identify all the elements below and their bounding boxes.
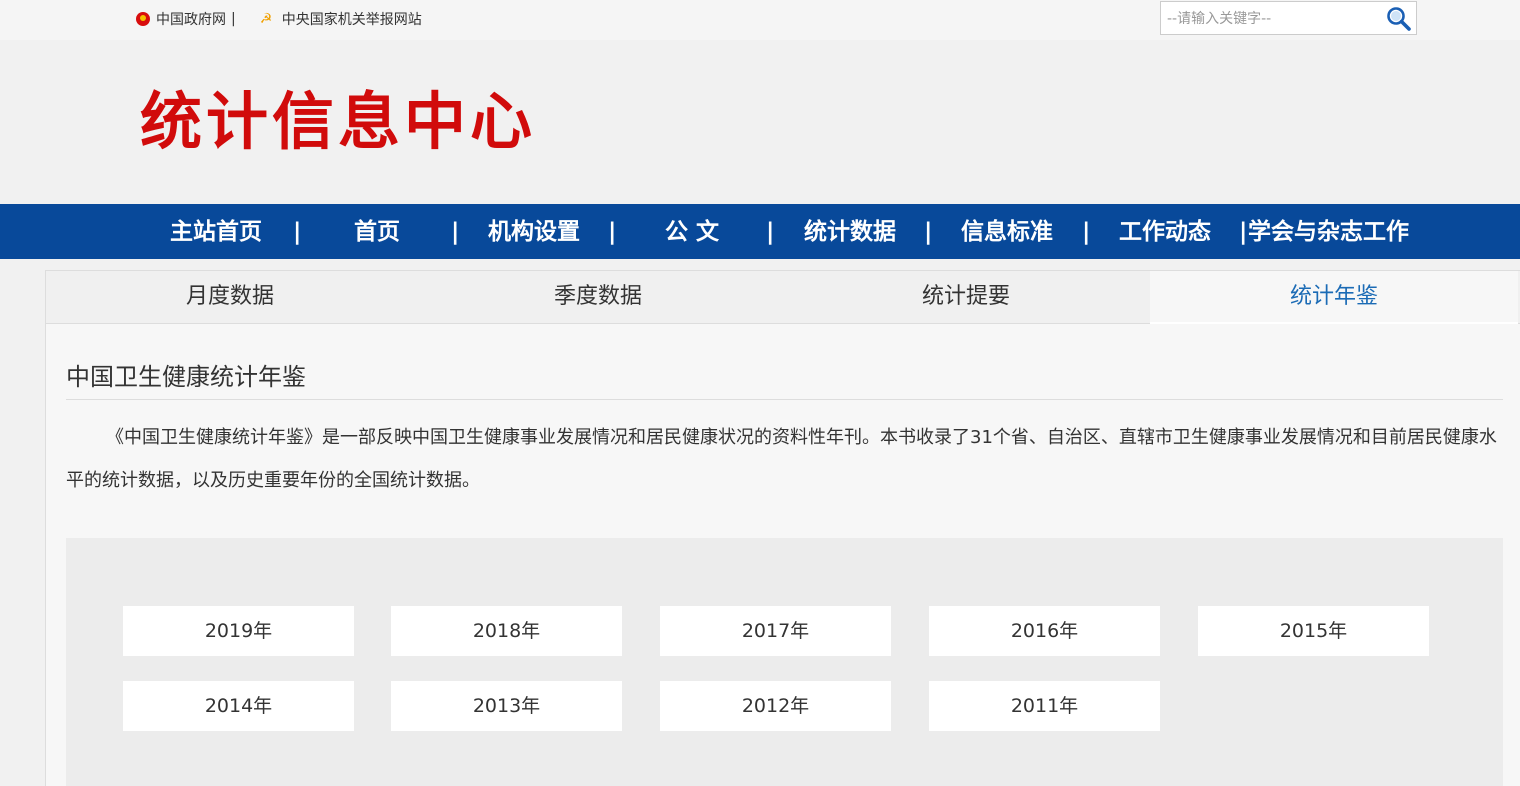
nav-item-statistics[interactable]: 统计数据 [804, 217, 896, 247]
nav-separator: | [1239, 219, 1248, 245]
title-divider [66, 399, 1503, 400]
nav-separator: | [766, 219, 775, 245]
tab-quarterly-data[interactable]: 季度数据 [414, 271, 782, 324]
nav-separator: | [1082, 219, 1091, 245]
nav-item-home[interactable]: 首页 [354, 217, 400, 247]
year-button-2015[interactable]: 2015年 [1198, 606, 1429, 656]
nav-item-info-standards[interactable]: 信息标准 [961, 217, 1053, 247]
site-logo[interactable]: 统计信息中心 [140, 82, 536, 162]
nav-item-society-journal[interactable]: 学会与杂志工作 [1248, 217, 1409, 247]
left-margin [0, 259, 45, 786]
top-links: 中国政府网 | ☭ 中央国家机关举报网站 [136, 9, 422, 29]
year-button-2017[interactable]: 2017年 [660, 606, 891, 656]
nav-item-main-home[interactable]: 主站首页 [170, 217, 262, 247]
search-input[interactable] [1167, 8, 1377, 30]
content-panel: 月度数据 季度数据 统计提要 统计年鉴 中国卫生健康统计年鉴 《中国卫生健康统计… [45, 270, 1520, 786]
nav-item-work-news[interactable]: 工作动态 [1119, 217, 1211, 247]
year-button-2012[interactable]: 2012年 [660, 681, 891, 731]
year-button-2014[interactable]: 2014年 [123, 681, 354, 731]
year-button-2016[interactable]: 2016年 [929, 606, 1160, 656]
tab-stat-summary[interactable]: 统计提要 [782, 271, 1150, 324]
year-list: 2019年 2018年 2017年 2016年 2015年 2014年 2013… [66, 538, 1503, 786]
top-link-separator: | [231, 11, 236, 27]
nav-item-organization[interactable]: 机构设置 [488, 217, 580, 247]
nav-item-documents[interactable]: 公 文 [665, 217, 719, 247]
sub-tabs: 月度数据 季度数据 统计提要 统计年鉴 [46, 271, 1520, 324]
year-button-2018[interactable]: 2018年 [391, 606, 622, 656]
report-site-link[interactable]: 中央国家机关举报网站 [282, 9, 422, 29]
site-header: 统计信息中心 [0, 40, 1520, 204]
party-emblem-icon: ☭ [259, 11, 273, 27]
top-bar: 中国政府网 | ☭ 中央国家机关举报网站 [0, 0, 1520, 40]
gov-site-link[interactable]: 中国政府网 [156, 9, 226, 29]
year-button-2019[interactable]: 2019年 [123, 606, 354, 656]
search-box [1160, 1, 1417, 35]
nav-separator: | [924, 219, 933, 245]
page-title: 中国卫生健康统计年鉴 [66, 363, 306, 391]
search-icon[interactable] [1386, 6, 1412, 32]
main-nav: 主站首页 | 首页 | 机构设置 | 公 文 | 统计数据 | 信息标准 | 工… [0, 204, 1520, 259]
tab-monthly-data[interactable]: 月度数据 [46, 271, 414, 324]
nav-separator: | [451, 219, 460, 245]
national-emblem-icon [136, 12, 150, 26]
yearbook-description: 《中国卫生健康统计年鉴》是一部反映中国卫生健康事业发展情况和居民健康状况的资料性… [66, 427, 1497, 491]
nav-separator: | [293, 219, 302, 245]
tab-stat-yearbook[interactable]: 统计年鉴 [1150, 271, 1518, 324]
nav-separator: | [608, 219, 617, 245]
year-button-2011[interactable]: 2011年 [929, 681, 1160, 731]
year-button-2013[interactable]: 2013年 [391, 681, 622, 731]
